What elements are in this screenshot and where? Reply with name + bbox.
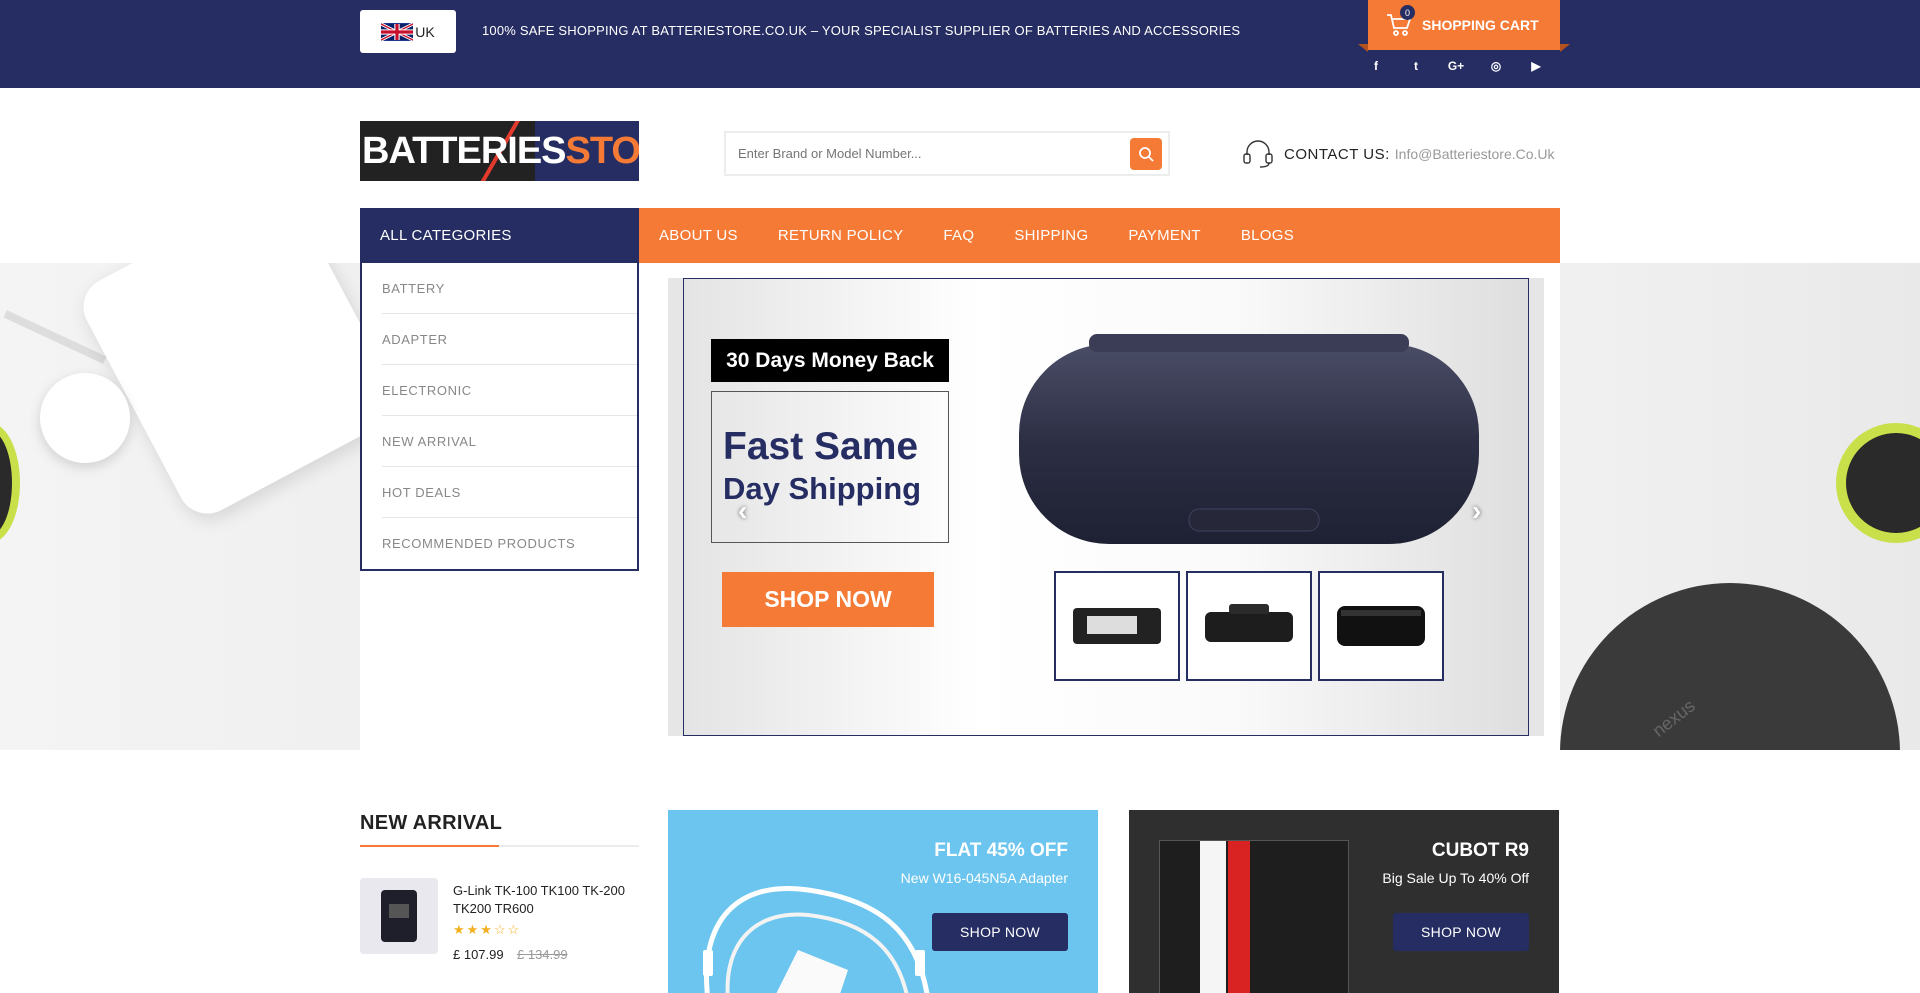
battery-product-image: [381, 890, 417, 942]
battery-thumbnail-image: [1337, 606, 1425, 646]
all-categories-toggle[interactable]: ALL CATEGORIES: [360, 208, 639, 263]
hero-slider: 30 Days Money Back Fast Same Day Shippin…: [668, 278, 1544, 736]
product-price: £ 107.99: [453, 947, 504, 962]
nav-link-payment[interactable]: PAYMENT: [1128, 227, 1200, 244]
cart-ribbon-fold-left: [1358, 44, 1368, 52]
decor-charger-disk: [1560, 583, 1900, 750]
battery-thumbnail-image: [1073, 608, 1161, 644]
slider-next-arrow[interactable]: ›: [1472, 495, 1481, 527]
decor-ring-right: [1836, 423, 1920, 543]
shopping-cart-button[interactable]: 0 SHOPPING CART: [1368, 0, 1560, 50]
product-old-price: £ 134.99: [517, 947, 568, 962]
promo-subtitle: New W16-045N5A Adapter: [900, 870, 1068, 886]
promo-subtitle: Big Sale Up To 40% Off: [1382, 870, 1529, 886]
speaker-battery-image: [1019, 334, 1479, 544]
search-input[interactable]: [726, 133, 1130, 174]
cart-icon: 0: [1386, 5, 1415, 37]
category-item-battery[interactable]: BATTERY: [382, 263, 637, 314]
new-arrival-product[interactable]: G-Link TK-100 TK100 TK-200 TK200 TR600 ★…: [360, 878, 639, 978]
product-image[interactable]: [360, 878, 438, 954]
category-item-electronic[interactable]: ELECTRONIC: [382, 365, 637, 416]
social-links: f t G+ ◎ ▶: [1356, 56, 1556, 76]
category-item-new-arrival[interactable]: NEW ARRIVAL: [382, 416, 637, 467]
promo-title: CUBOT R9: [1431, 840, 1529, 861]
logo-text: BATTERIESSTORE: [360, 130, 639, 173]
nav-link-about-us[interactable]: ABOUT US: [659, 227, 738, 244]
slider-prev-arrow[interactable]: ‹: [738, 495, 747, 527]
contact-label: CONTACT US:: [1284, 145, 1390, 163]
language-label: UK: [415, 23, 435, 40]
decor-ring-left: [0, 423, 20, 543]
decor-earbud: [40, 373, 130, 463]
logo-text-part2: TORE: [589, 129, 639, 172]
language-selector[interactable]: UK: [360, 10, 456, 53]
uk-flag-icon: [381, 22, 414, 41]
headset-icon: [1243, 140, 1273, 168]
category-item-recommended-products[interactable]: RECOMMENDED PRODUCTS: [382, 518, 637, 569]
promo-banner-adapter[interactable]: FLAT 45% OFF New W16-045N5A Adapter SHOP…: [668, 810, 1098, 993]
site-tagline: 100% SAFE SHOPPING AT BATTERIESTORE.CO.U…: [482, 23, 1241, 38]
cart-ribbon-fold-right: [1560, 44, 1570, 52]
thumbnail-3[interactable]: [1318, 571, 1444, 681]
headline-line-1: Fast Same: [723, 425, 919, 468]
main-nav: ABOUT US RETURN POLICY FAQ SHIPPING PAYMENT B…: [639, 208, 1560, 263]
rss-icon[interactable]: ◎: [1476, 56, 1516, 76]
product-name[interactable]: G-Link TK-100 TK100 TK-200 TK200 TR600: [453, 882, 633, 918]
category-item-adapter[interactable]: ADAPTER: [382, 314, 637, 365]
google-plus-icon[interactable]: G+: [1436, 56, 1476, 76]
category-item-hot-deals[interactable]: HOT DEALS: [382, 467, 637, 518]
slide-thumbnails: [1054, 571, 1444, 681]
hero-slide[interactable]: 30 Days Money Back Fast Same Day Shippin…: [683, 278, 1529, 736]
cubot-battery-image: [1159, 840, 1349, 993]
nav-link-faq[interactable]: FAQ: [943, 227, 974, 244]
headline-line-2: Day Shipping: [723, 471, 922, 506]
promo-shop-now-button[interactable]: SHOP NOW: [1393, 913, 1529, 951]
search-button[interactable]: [1130, 137, 1162, 170]
facebook-icon[interactable]: f: [1356, 56, 1396, 76]
site-logo[interactable]: BATTERIESSTORE: [360, 121, 639, 181]
logo-text-mid: S: [565, 129, 591, 172]
logo-text-part1: BATTERIES: [362, 129, 567, 172]
thumbnail-1[interactable]: [1054, 571, 1180, 681]
slide-shop-now-button[interactable]: SHOP NOW: [722, 572, 934, 627]
money-back-badge: 30 Days Money Back: [711, 339, 949, 382]
promo-shop-now-button[interactable]: SHOP NOW: [932, 913, 1068, 951]
twitter-icon[interactable]: t: [1396, 56, 1436, 76]
product-rating: ★★★☆☆: [453, 922, 522, 937]
new-arrival-heading: NEW ARRIVAL: [360, 812, 503, 834]
search-icon: [1139, 146, 1154, 162]
contact-info: CONTACT US: Info@Batteriestore.Co.Uk: [1242, 139, 1555, 169]
cubot-label-strip: [1200, 841, 1226, 993]
nav-link-shipping[interactable]: SHIPPING: [1014, 227, 1088, 244]
category-list: BATTERY ADAPTER ELECTRONIC NEW ARRIVAL HOT D…: [360, 263, 639, 571]
battery-thumbnail-image: [1205, 604, 1293, 642]
search-bar: [724, 131, 1170, 176]
promo-banner-cubot[interactable]: CUBOT R9 Big Sale Up To 40% Off SHOP NOW: [1129, 810, 1559, 993]
cart-count-badge: 0: [1400, 5, 1415, 20]
cart-label: SHOPPING CART: [1422, 17, 1539, 33]
promo-title: FLAT 45% OFF: [934, 840, 1068, 861]
top-bar: UK 100% SAFE SHOPPING AT BATTERIESTORE.C…: [0, 0, 1920, 88]
nav-link-return-policy[interactable]: RETURN POLICY: [778, 227, 904, 244]
contact-email-link[interactable]: Info@Batteriestore.Co.Uk: [1395, 146, 1555, 162]
youtube-icon[interactable]: ▶: [1516, 56, 1556, 76]
thumbnail-2[interactable]: [1186, 571, 1312, 681]
nav-link-blogs[interactable]: BLOGS: [1241, 227, 1294, 244]
cubot-red-stripe: [1228, 841, 1250, 993]
new-arrival-divider-accent: [360, 845, 499, 847]
